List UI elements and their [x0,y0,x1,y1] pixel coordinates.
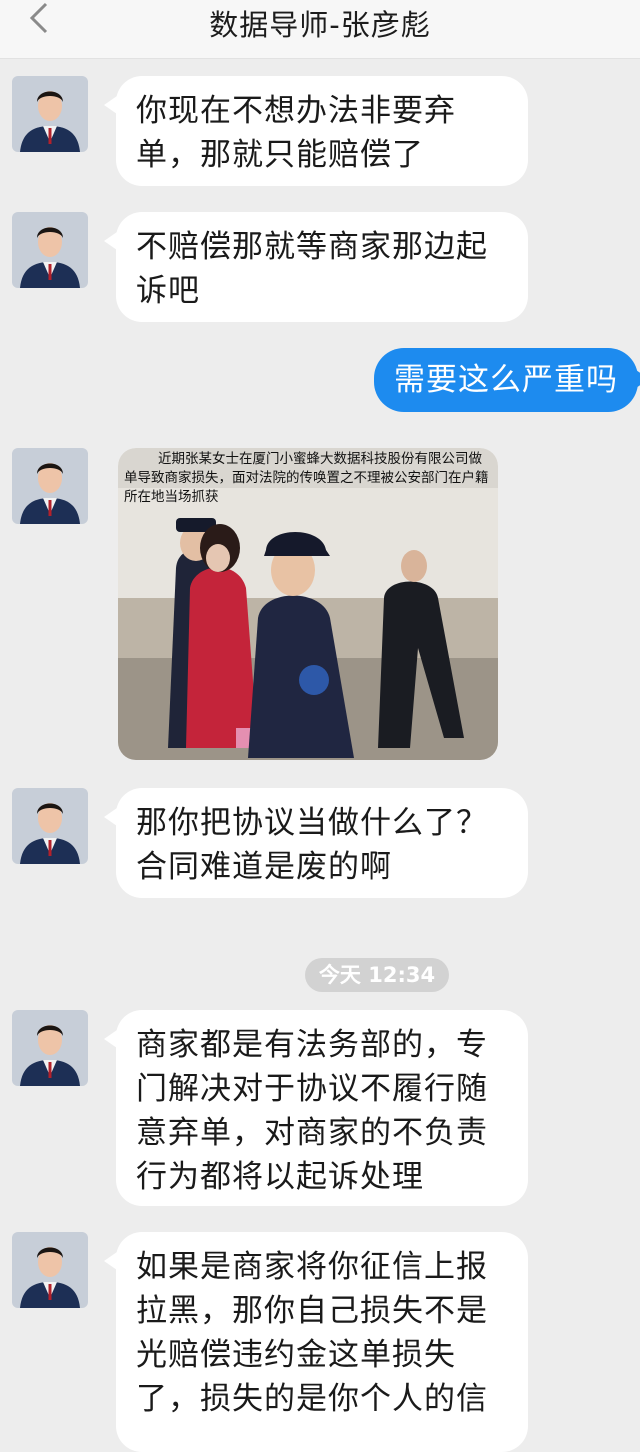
top-bar: 数据导师-张彦彪 [0,0,640,59]
avatar[interactable] [12,76,88,152]
message-bubble-outgoing[interactable]: 需要这么严重吗 [374,348,640,412]
message-bubble[interactable]: 你现在不想办法非要弃 单，那就只能赔偿了 [104,76,528,186]
message-line: 行为都将以起诉处理 [136,1159,424,1195]
avatar[interactable] [12,212,88,288]
page-title: 数据导师-张彦彪 [209,8,431,42]
photo-caption: 近期张某女士在厦门小蜜蜂大数据科技股份有限公司做单导致商家损失，面对法院的传唤置… [124,451,489,505]
message-bubble[interactable]: 那你把协议当做什么了？ 合同难道是废的啊 [104,788,528,898]
message-line: 不赔偿那就等商家那边起 [136,229,488,265]
message-line: 光赔偿违约金这单损失 [136,1337,456,1373]
avatar[interactable] [12,788,88,864]
message-line: 如果是商家将你征信上报 [136,1249,488,1285]
message-line: 意弃单，对商家的不负责 [136,1115,488,1151]
message-bubble[interactable]: 商家都是有法务部的，专 门解决对于协议不履行随 意弃单，对商家的不负责 行为都将… [104,1010,528,1206]
message-line: 商家都是有法务部的，专 [136,1027,488,1063]
message-line: 合同难道是废的啊 [136,849,392,885]
timestamp-badge: 今天 12:34 [305,958,449,992]
avatar[interactable] [12,448,88,524]
message-line: 拉黑，那你自己损失不是 [136,1293,488,1329]
image-message[interactable]: 近期张某女士在厦门小蜜蜂大数据科技股份有限公司做单导致商家损失，面对法院的传唤置… [118,448,498,760]
message-line: 门解决对于协议不履行随 [136,1071,488,1107]
message-line: 那你把协议当做什么了？ [136,805,488,841]
message-line: 诉吧 [136,273,200,309]
message-bubble[interactable]: 如果是商家将你征信上报 拉黑，那你自己损失不是 光赔偿违约金这单损失 了，损失的… [104,1232,528,1452]
message-line: 你现在不想办法非要弃 [136,93,456,129]
message-bubble[interactable]: 不赔偿那就等商家那边起 诉吧 [104,212,528,322]
message-line: 了，损失的是你个人的信 [136,1381,488,1417]
avatar[interactable] [12,1010,88,1086]
message-line: 单，那就只能赔偿了 [136,137,424,173]
avatar[interactable] [12,1232,88,1308]
